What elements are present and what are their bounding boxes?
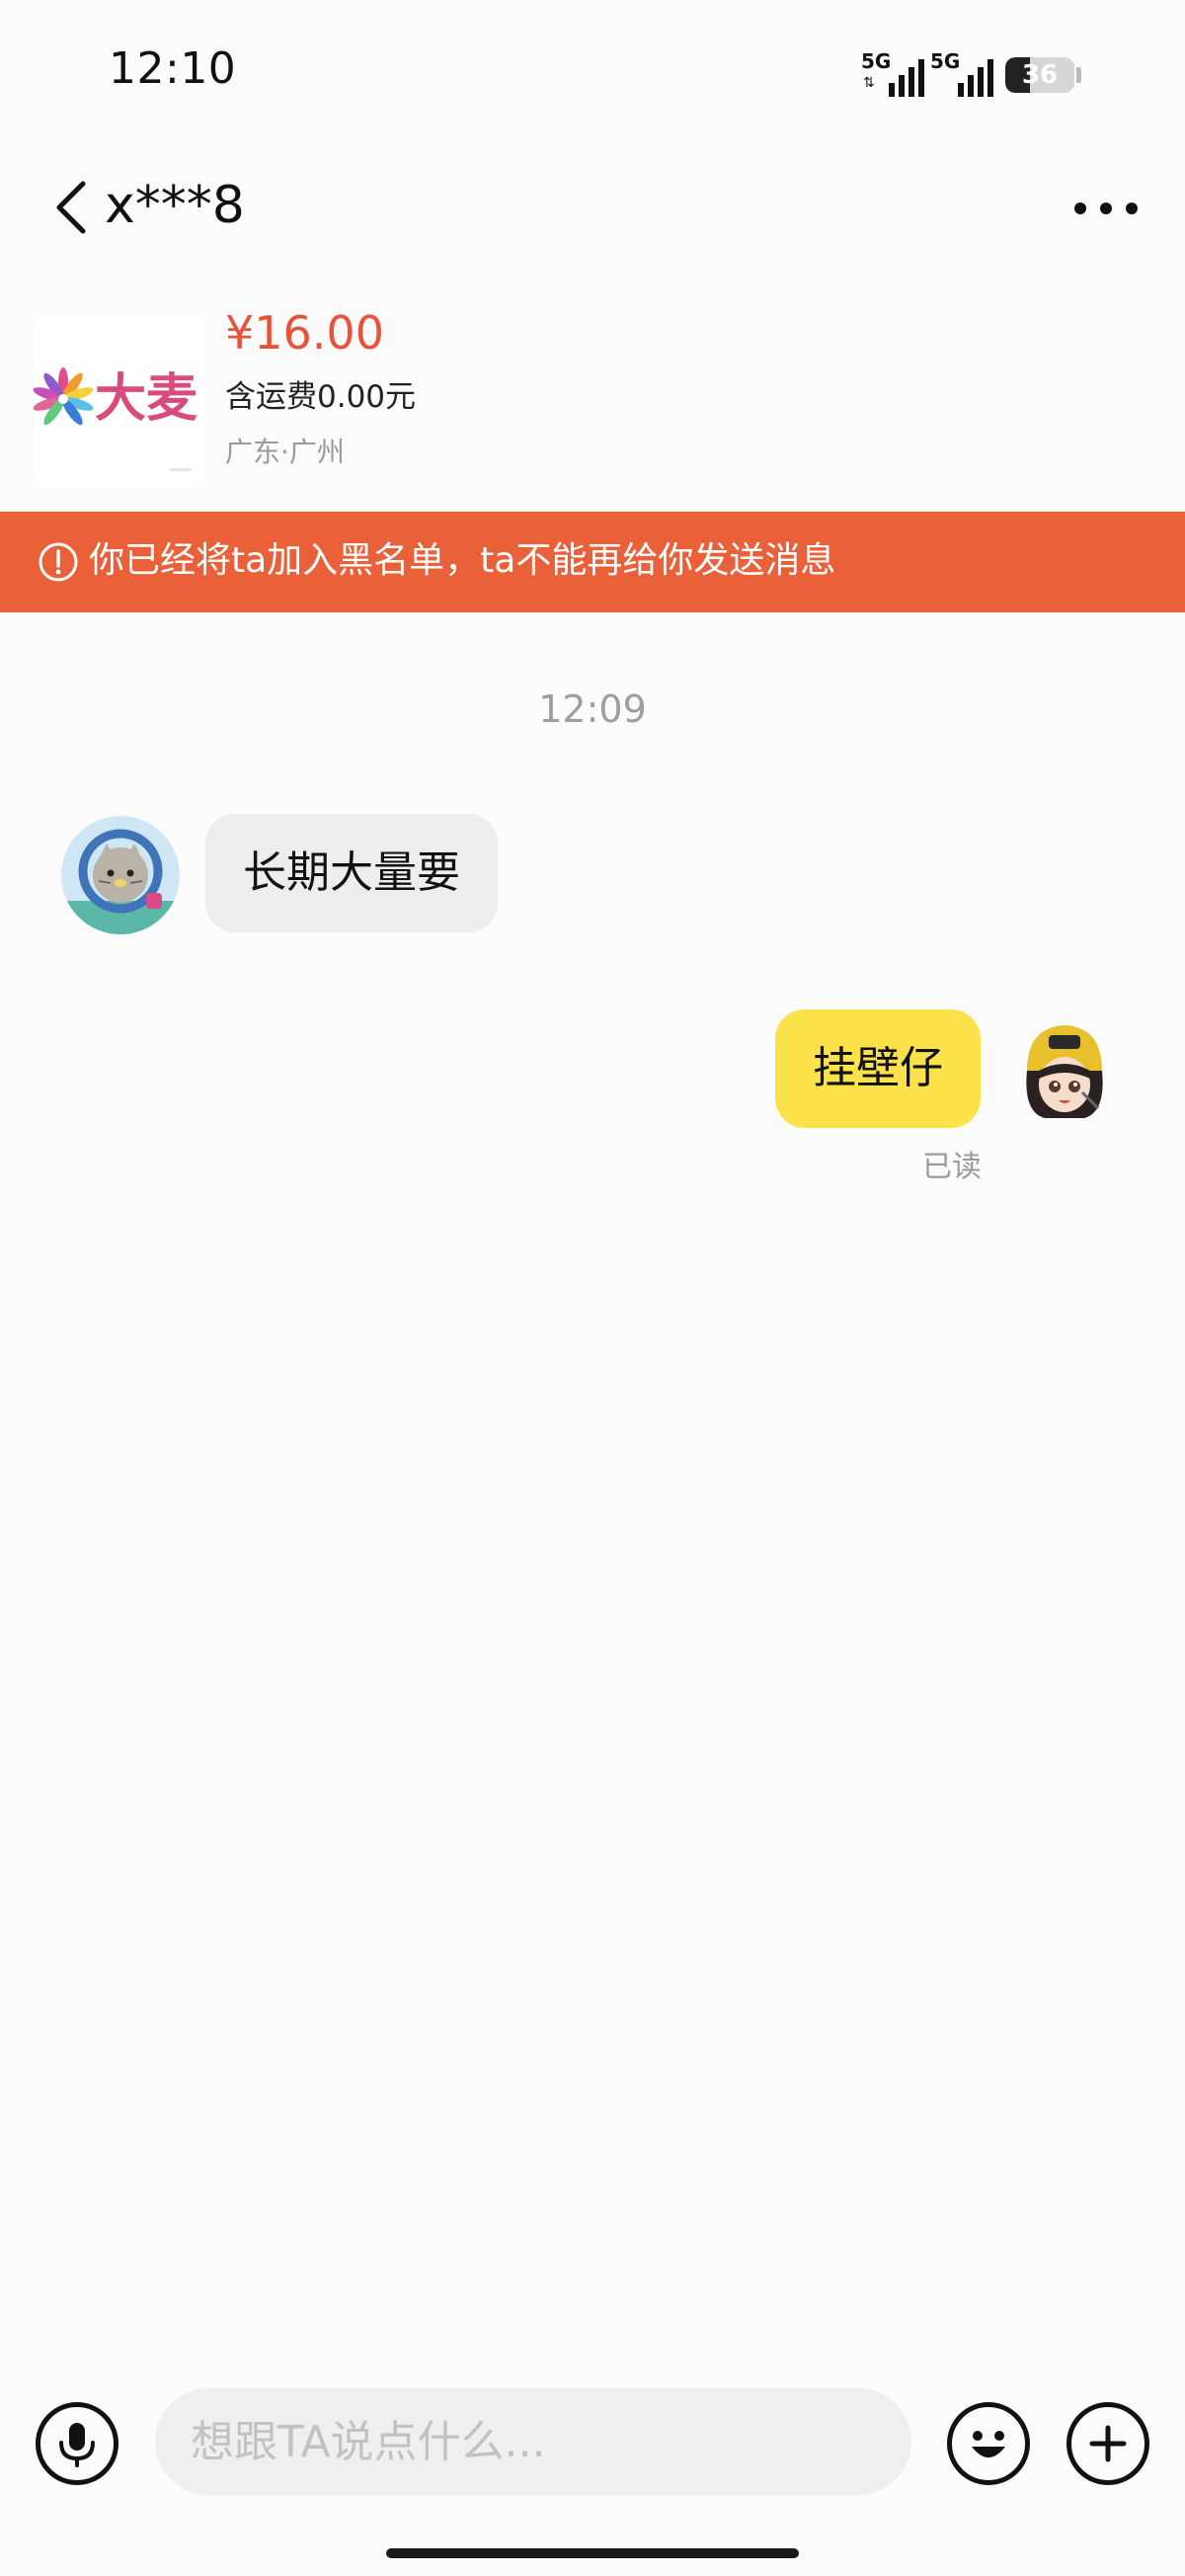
seal-avatar-image — [61, 816, 180, 934]
blacklist-banner: 你已经将ta加入黑名单，ta不能再给你发送消息 — [0, 512, 1185, 612]
logo-text: 大麦 — [95, 369, 198, 429]
more-actions-button[interactable] — [1066, 2402, 1149, 2485]
emoji-icon — [972, 2431, 1005, 2457]
signal-icon-sim2: 5G — [930, 51, 999, 97]
chevron-left-icon[interactable] — [47, 178, 97, 237]
message-timestamp: 12:09 — [538, 687, 647, 731]
input-bar — [0, 2371, 1185, 2519]
partner-avatar[interactable] — [61, 816, 180, 934]
shipping-fee: 含运费0.00元 — [225, 379, 417, 415]
status-time: 12:10 — [109, 43, 237, 94]
signal-bars-icon — [889, 59, 924, 97]
chat-partner-name: x***8 — [105, 176, 245, 235]
plus-icon — [1089, 2425, 1127, 2462]
emoji-button[interactable] — [947, 2402, 1030, 2485]
signal-icon-sim1: 5G ⇅ — [861, 51, 930, 97]
blacklist-notice: 你已经将ta加入黑名单，ta不能再给你发送消息 — [89, 540, 836, 581]
message-input[interactable] — [155, 2388, 911, 2495]
microphone-icon — [59, 2423, 95, 2467]
signal-bars-icon — [958, 59, 993, 97]
status-bar: 12:10 5G ⇅ 5G 36 — [0, 0, 1185, 148]
home-indicator[interactable] — [386, 2548, 799, 2558]
damai-logo: 大麦 — [34, 314, 205, 486]
message-bubble-sent[interactable]: 挂壁仔 — [775, 1009, 981, 1128]
message-bubble-received[interactable]: 长期大量要 — [205, 814, 498, 932]
battery-icon: 36 — [1005, 57, 1074, 93]
product-card[interactable]: 大麦 ¥16.00 含运费0.00元 广东·广州 — [0, 286, 1185, 494]
voice-button[interactable] — [36, 2402, 118, 2485]
my-avatar[interactable] — [1005, 1009, 1124, 1128]
product-price: ¥16.00 — [225, 306, 384, 360]
product-location: 广东·广州 — [225, 436, 345, 468]
battery-cap — [1076, 67, 1081, 83]
more-horizontal-icon[interactable] — [1066, 184, 1146, 233]
data-arrows-icon: ⇅ — [863, 75, 875, 91]
nav-bar: x***8 — [0, 148, 1185, 267]
battery-level: 36 — [1021, 60, 1059, 90]
warning-circle-icon — [39, 542, 78, 582]
rider-girl-avatar-image — [1005, 1009, 1124, 1128]
product-image[interactable]: 大麦 — [34, 314, 205, 486]
read-receipt: 已读 — [922, 1150, 982, 1184]
